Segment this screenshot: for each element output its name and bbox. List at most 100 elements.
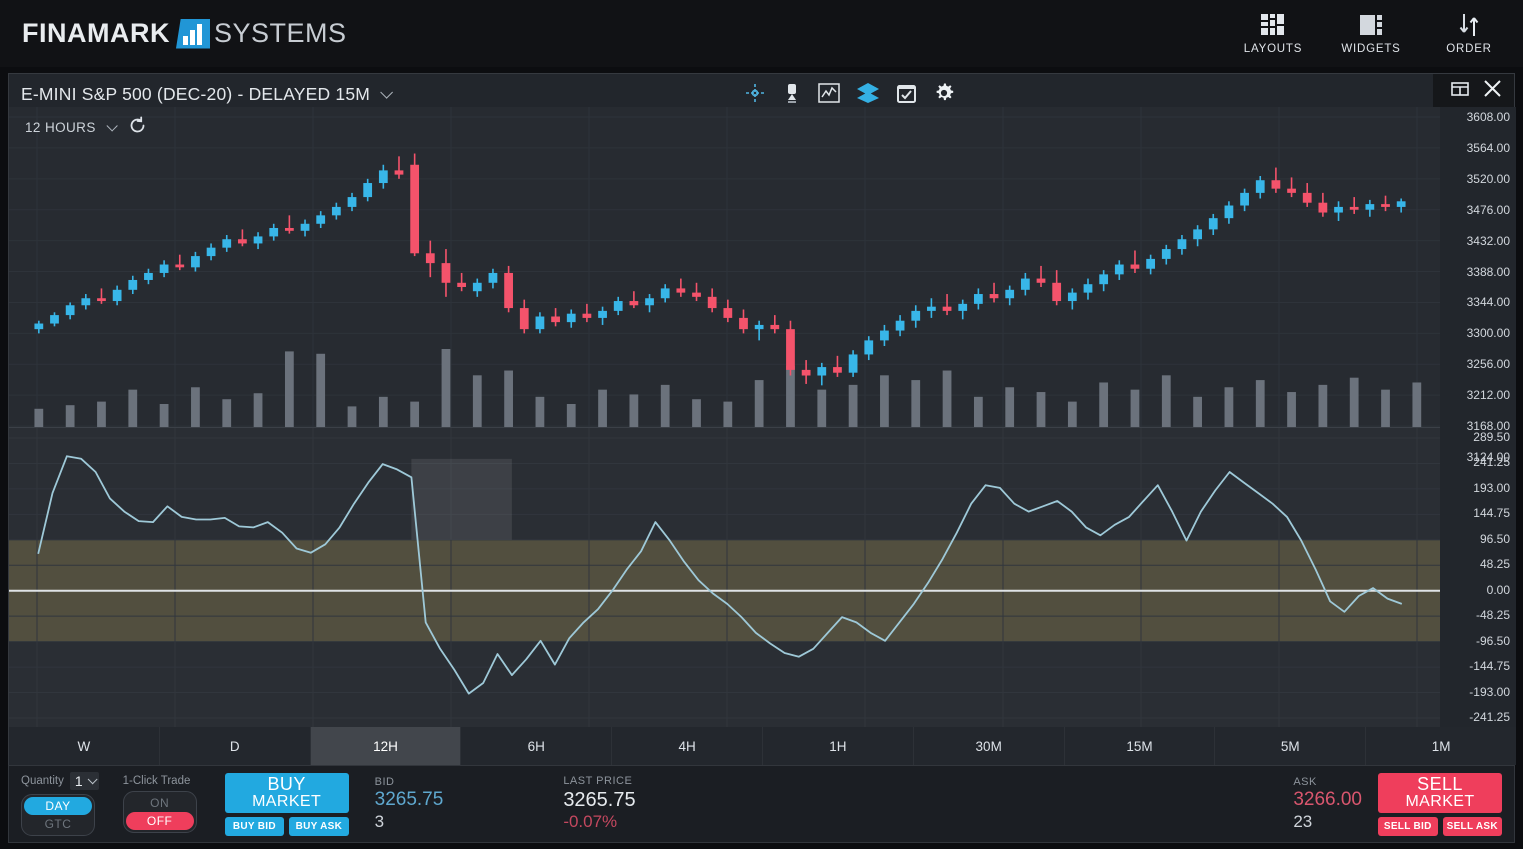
oscillator-axis-tick: -96.50 bbox=[1476, 634, 1510, 648]
timeframe-tab-6h[interactable]: 6H bbox=[461, 727, 612, 765]
chart-plot-area: 3608.003564.003520.003476.003432.003388.… bbox=[9, 107, 1516, 766]
ask-quote: ASK 3266.00 23 bbox=[1293, 776, 1362, 832]
chevron-down-icon bbox=[107, 120, 118, 131]
last-price-change: -0.07% bbox=[563, 812, 635, 832]
sell-ask-button[interactable]: SELL ASK bbox=[1443, 817, 1503, 836]
oscillator-axis-tick: 96.50 bbox=[1480, 532, 1510, 546]
price-axis-tick: 3256.00 bbox=[1467, 357, 1510, 371]
quantity-label: Quantity bbox=[21, 775, 64, 787]
sell-bid-button[interactable]: SELL BID bbox=[1378, 817, 1438, 836]
layouts-button[interactable]: LAYOUTS bbox=[1239, 10, 1307, 55]
chevron-down-icon bbox=[87, 774, 97, 784]
tif-day-option[interactable]: DAY bbox=[24, 797, 92, 815]
close-icon[interactable] bbox=[1483, 79, 1502, 103]
buy-bid-button[interactable]: BUY BID bbox=[225, 817, 285, 836]
bid-size: 3 bbox=[375, 812, 444, 832]
buy-limit-row: BUY BID BUY ASK bbox=[225, 817, 349, 836]
oscillator-axis-tick: 289.50 bbox=[1473, 430, 1510, 444]
value-axis[interactable]: 3608.003564.003520.003476.003432.003388.… bbox=[1440, 107, 1516, 727]
price-axis-tick: 3476.00 bbox=[1467, 203, 1510, 217]
one-click-on-option[interactable]: ON bbox=[126, 794, 194, 812]
timeframe-tab-1h[interactable]: 1H bbox=[763, 727, 914, 765]
price-axis-tick: 3212.00 bbox=[1467, 388, 1510, 402]
brand-logo: FINAMARK SYSTEMS bbox=[22, 18, 347, 49]
timeframe-tab-15m[interactable]: 15M bbox=[1065, 727, 1216, 765]
quantity-group: Quantity 1 DAY GTC bbox=[21, 772, 99, 836]
quantity-row: Quantity 1 bbox=[21, 772, 99, 790]
buy-ask-button[interactable]: BUY ASK bbox=[289, 817, 349, 836]
header-actions: LAYOUTS WIDGETS ORDER bbox=[1239, 10, 1503, 57]
timeframe-tab-12h[interactable]: 12H bbox=[311, 727, 462, 765]
ask-label: ASK bbox=[1293, 776, 1317, 789]
ask-size: 23 bbox=[1293, 812, 1312, 832]
oscillator-axis-tick: 241.25 bbox=[1473, 455, 1510, 469]
calendar-check-icon[interactable] bbox=[896, 83, 917, 104]
drawing-pen-icon[interactable] bbox=[782, 82, 802, 104]
oscillator-axis-tick: -144.75 bbox=[1469, 659, 1510, 673]
trade-bar-left: Quantity 1 DAY GTC 1-Click Trade ON OFF … bbox=[9, 772, 443, 836]
bid-price: 3265.75 bbox=[375, 789, 444, 811]
chart-timeframe-label: 12 HOURS bbox=[25, 120, 96, 135]
chart-timeframe-selector[interactable]: 12 HOURS bbox=[25, 119, 114, 137]
timeframe-tab-d[interactable]: D bbox=[160, 727, 311, 765]
widgets-button[interactable]: WIDGETS bbox=[1337, 10, 1405, 55]
quantity-value: 1 bbox=[75, 773, 83, 789]
bar-chart-logo-icon bbox=[176, 19, 210, 49]
quantity-stepper[interactable]: 1 bbox=[70, 772, 99, 790]
price-axis-tick: 3300.00 bbox=[1467, 326, 1510, 340]
last-price-group: LAST PRICE 3265.75 -0.07% bbox=[563, 775, 635, 833]
sell-order-group: SELL MARKET SELL BID SELL ASK bbox=[1378, 773, 1502, 836]
time-in-force-toggle[interactable]: DAY GTC bbox=[21, 794, 95, 836]
chart-window: E-MINI S&P 500 (DEC-20) - DELAYED 15M bbox=[8, 73, 1515, 765]
sell-market-button[interactable]: SELL MARKET bbox=[1378, 773, 1502, 813]
ask-price: 3266.00 bbox=[1293, 789, 1362, 811]
sell-market-line2: MARKET bbox=[1405, 794, 1474, 811]
one-click-trade-toggle[interactable]: ON OFF bbox=[123, 791, 197, 833]
price-pane[interactable] bbox=[9, 107, 1440, 467]
oscillator-pane[interactable] bbox=[9, 427, 1440, 727]
sell-limit-row: SELL BID SELL ASK bbox=[1378, 817, 1502, 836]
buy-order-group: BUY MARKET BUY BID BUY ASK bbox=[225, 773, 349, 836]
line-chart-icon[interactable] bbox=[818, 83, 840, 103]
restore-window-icon[interactable] bbox=[1451, 81, 1469, 102]
price-axis-tick: 3608.00 bbox=[1467, 110, 1510, 124]
crosshair-icon[interactable] bbox=[744, 82, 766, 104]
chart-symbol-title[interactable]: E-MINI S&P 500 (DEC-20) - DELAYED 15M bbox=[21, 84, 370, 105]
bid-quote: BID 3265.75 3 bbox=[375, 776, 444, 832]
timeframe-tab-30m[interactable]: 30M bbox=[914, 727, 1065, 765]
brand-name-secondary: SYSTEMS bbox=[214, 18, 347, 49]
one-click-off-option[interactable]: OFF bbox=[126, 812, 194, 830]
oscillator-axis-tick: 48.25 bbox=[1480, 557, 1510, 571]
candlestick-svg bbox=[9, 107, 1440, 467]
tif-gtc-option[interactable]: GTC bbox=[24, 815, 92, 833]
one-click-trade-label: 1-Click Trade bbox=[123, 775, 197, 787]
refresh-icon[interactable] bbox=[128, 116, 147, 140]
one-click-trade-group: 1-Click Trade ON OFF bbox=[123, 775, 197, 833]
oscillator-axis-tick: 0.00 bbox=[1487, 583, 1510, 597]
layouts-button-label: LAYOUTS bbox=[1244, 43, 1302, 55]
timeframe-tab-w[interactable]: W bbox=[9, 727, 160, 765]
timeframe-tab-5m[interactable]: 5M bbox=[1215, 727, 1366, 765]
widgets-panel-icon bbox=[1358, 10, 1384, 40]
oscillator-axis-tick: -241.25 bbox=[1469, 710, 1510, 724]
oscillator-svg bbox=[9, 428, 1440, 727]
widgets-button-label: WIDGETS bbox=[1341, 43, 1400, 55]
order-arrows-icon bbox=[1456, 10, 1482, 40]
window-controls bbox=[1433, 74, 1514, 108]
chart-timeframe-row: 12 HOURS bbox=[9, 116, 147, 140]
layers-icon[interactable] bbox=[856, 82, 880, 104]
chart-tools bbox=[744, 82, 955, 104]
app-header: FINAMARK SYSTEMS LAYOUTS bbox=[0, 0, 1523, 67]
layouts-grid-icon bbox=[1260, 10, 1286, 40]
buy-market-button[interactable]: BUY MARKET bbox=[225, 773, 349, 813]
oscillator-axis-tick: -193.00 bbox=[1469, 685, 1510, 699]
order-button[interactable]: ORDER bbox=[1435, 10, 1503, 55]
brand-name-primary: FINAMARK bbox=[22, 18, 170, 49]
price-axis-tick: 3564.00 bbox=[1467, 141, 1510, 155]
timeframe-tab-1m[interactable]: 1M bbox=[1366, 727, 1516, 765]
timeframe-tab-4h[interactable]: 4H bbox=[612, 727, 763, 765]
chevron-down-icon[interactable] bbox=[380, 86, 393, 99]
timeframe-tab-bar: WD12H6H4H1H30M15M5M1M bbox=[9, 727, 1516, 765]
buy-market-line2: MARKET bbox=[252, 794, 321, 811]
gear-icon[interactable] bbox=[933, 82, 955, 104]
